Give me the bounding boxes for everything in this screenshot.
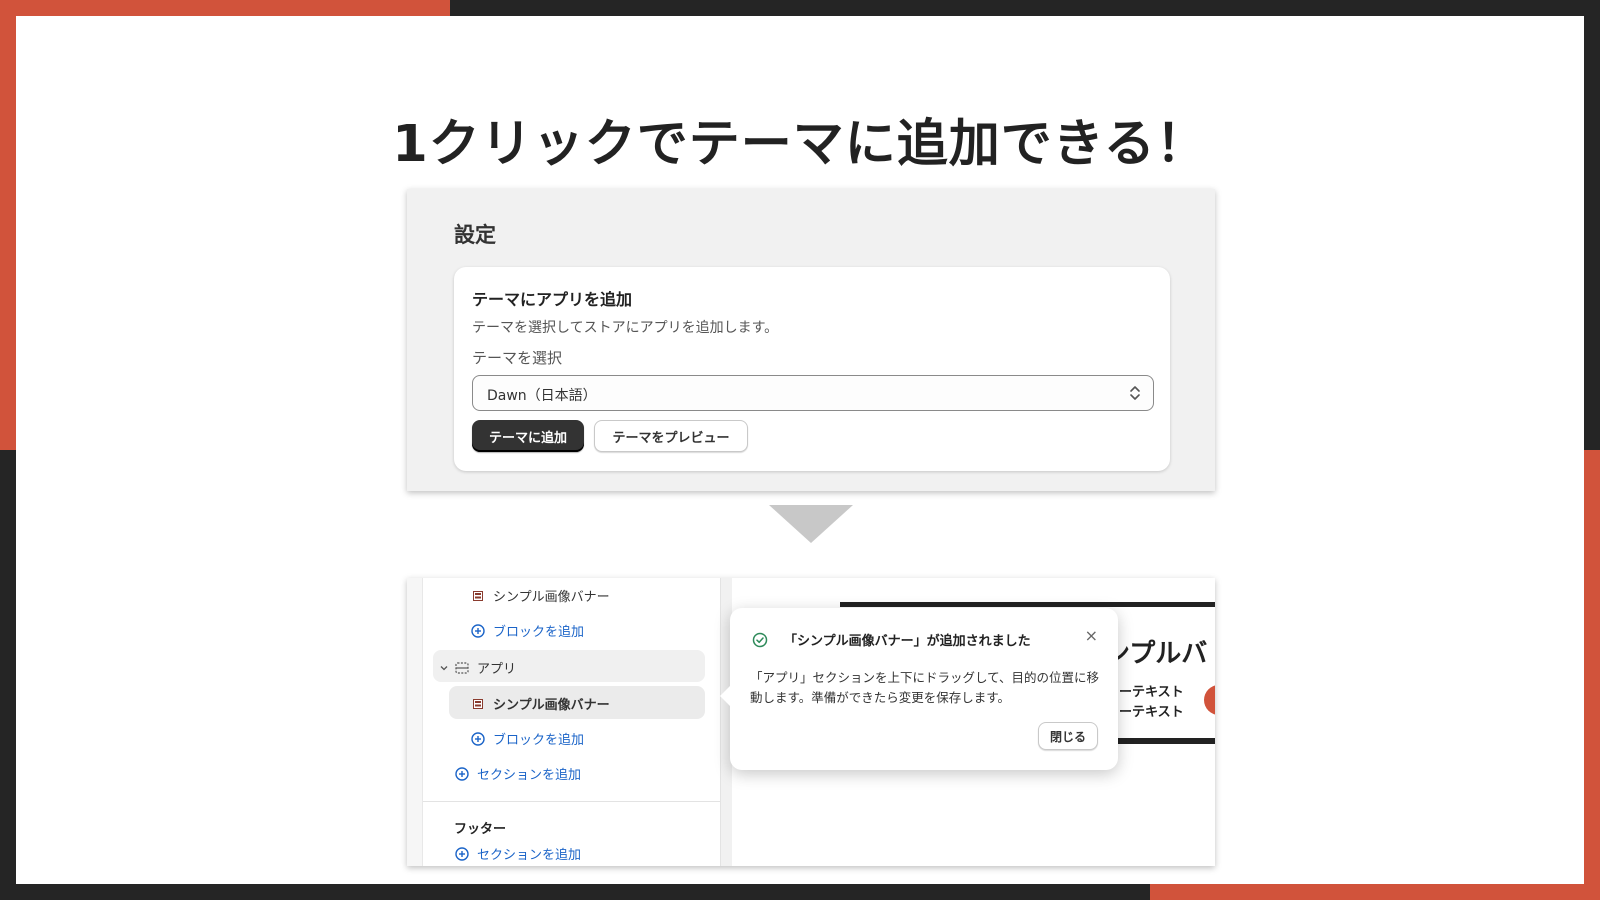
banner-title: ンプルバ [1104, 639, 1208, 669]
close-icon[interactable]: × [1085, 628, 1098, 644]
success-popover: 「シンプル画像バナー」が追加されました × 「アプリ」セクションを上下にドラッグ… [720, 608, 1118, 770]
theme-select-label: テーマを選択 [472, 349, 563, 367]
card-description: テーマを選択してストアにアプリを追加します。 [472, 320, 779, 336]
chevron-down-icon [439, 661, 449, 675]
add-block-link[interactable]: ブロックを追加 [471, 729, 584, 748]
add-app-card: テーマにアプリを追加 テーマを選択してストアにアプリを追加します。 テーマを選択… [454, 267, 1170, 471]
tree-item-apps-section[interactable]: アプリ [439, 658, 516, 677]
close-popover-button[interactable]: 閉じる [1038, 722, 1098, 750]
settings-title: 設定 [454, 223, 496, 247]
tree-item-image-banner[interactable]: シンプル画像バナー [471, 586, 610, 605]
plus-circle-icon [455, 766, 469, 781]
check-circle-icon [752, 632, 768, 648]
theme-select[interactable]: Dawn（日本語） [472, 375, 1154, 411]
popover-body: 「アプリ」セクションを上下にドラッグして、目的の位置に移動します。準備ができたら… [750, 670, 1100, 705]
add-to-theme-button[interactable]: テーマに追加 [472, 420, 584, 452]
section-icon [455, 661, 469, 675]
slide: 1クリックでテーマに追加できる！ 設定 テーマにアプリを追加 テーマを選択してス… [16, 16, 1584, 884]
tree-item-label: アプリ [477, 662, 517, 677]
tree-item-image-banner-selected[interactable]: シンプル画像バナー [471, 694, 610, 713]
tree-item-label: シンプル画像バナー [493, 698, 610, 713]
theme-editor-screenshot: シンプル画像バナー ブロックを追加 アプリ シンプル画像バナー ブロックを追加 … [407, 578, 1215, 866]
add-block-label: ブロックを追加 [493, 625, 585, 640]
card-title: テーマにアプリを追加 [472, 290, 633, 309]
tree-item-label: シンプル画像バナー [493, 590, 610, 605]
slide-headline: 1クリックでテーマに追加できる！ [392, 115, 1208, 174]
plus-circle-icon [471, 623, 485, 638]
add-section-link[interactable]: セクションを追加 [455, 764, 581, 783]
popover-title: 「シンプル画像バナー」が追加されました [784, 634, 1031, 649]
preview-theme-button[interactable]: テーマをプレビュー [594, 420, 748, 452]
popover-pointer [720, 686, 730, 706]
footer-add-section-link[interactable]: セクションを追加 [455, 844, 581, 863]
footer-group-label: フッター [454, 822, 507, 837]
select-chevrons-icon [1130, 386, 1140, 400]
down-arrow-icon [769, 505, 853, 543]
editor-sidebar: シンプル画像バナー ブロックを追加 アプリ シンプル画像バナー ブロックを追加 … [407, 578, 721, 866]
theme-select-value: Dawn（日本語） [487, 388, 597, 404]
image-block-icon [471, 697, 485, 711]
sidebar-strip [407, 578, 423, 866]
settings-screenshot: 設定 テーマにアプリを追加 テーマを選択してストアにアプリを追加します。 テーマ… [407, 189, 1215, 491]
banner-circle [1204, 685, 1215, 715]
add-block-label: ブロックを追加 [493, 733, 585, 748]
sidebar-divider [423, 801, 721, 802]
plus-circle-icon [455, 846, 469, 861]
image-block-icon [471, 589, 485, 603]
plus-circle-icon [471, 731, 485, 746]
add-section-label: セクションを追加 [477, 768, 582, 783]
footer-add-section-label: セクションを追加 [477, 848, 582, 863]
add-block-link[interactable]: ブロックを追加 [471, 621, 584, 640]
